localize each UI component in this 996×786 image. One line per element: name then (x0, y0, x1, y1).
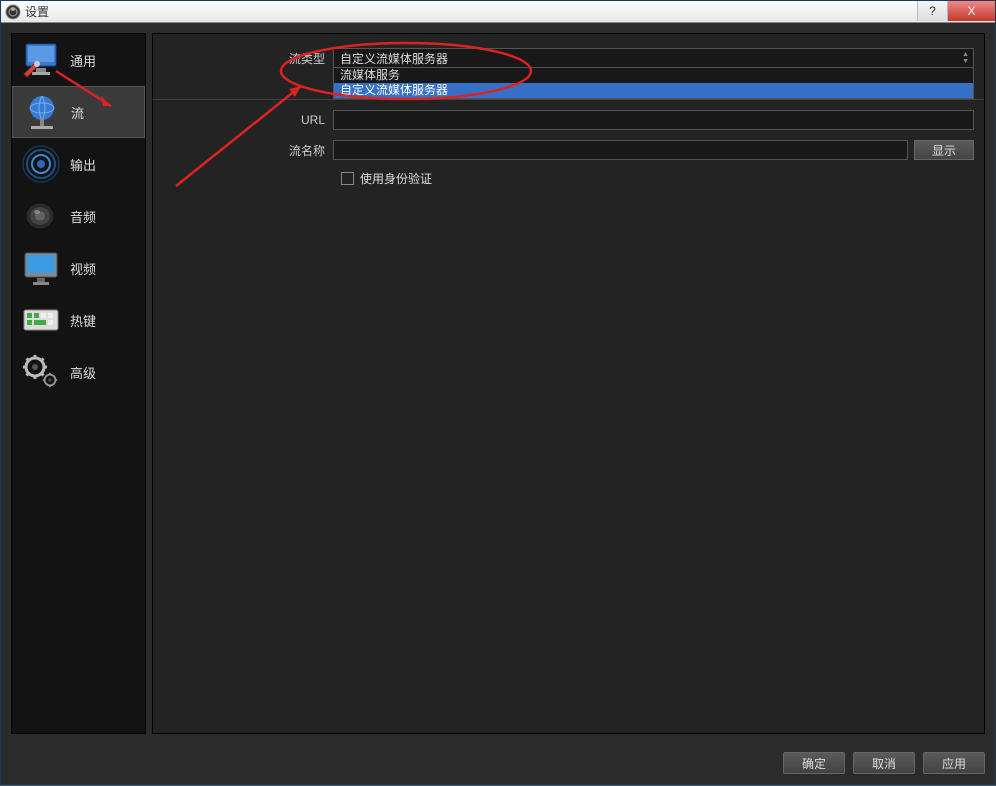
stream-type-field: 自定义流媒体服务器 ▲▼ 流媒体服务 自定义流媒体服务器 (333, 48, 974, 68)
apply-button[interactable]: 应用 (923, 752, 985, 774)
use-auth-row: 使用身份验证 (341, 170, 974, 187)
speaker-icon (20, 196, 62, 236)
ok-button[interactable]: 确定 (783, 752, 845, 774)
sidebar: 通用 流 (11, 33, 146, 734)
stream-type-select[interactable]: 自定义流媒体服务器 ▲▼ (333, 48, 974, 68)
stream-type-label: 流类型 (163, 50, 333, 67)
chevron-updown-icon: ▲▼ (962, 49, 969, 67)
sidebar-label-stream: 流 (71, 103, 84, 122)
titlebar: 设置 ? X (1, 1, 995, 23)
sidebar-item-output[interactable]: 输出 (12, 138, 145, 190)
close-button[interactable]: X (947, 1, 995, 21)
url-label: URL (163, 113, 333, 127)
app-icon (5, 4, 21, 20)
stream-type-value: 自定义流媒体服务器 (340, 50, 448, 67)
dialog-buttons: 确定 取消 应用 (783, 752, 985, 774)
sidebar-label-hotkeys: 热键 (70, 311, 96, 330)
stream-type-row: 流类型 自定义流媒体服务器 ▲▼ 流媒体服务 自定义流媒体服务器 (163, 48, 974, 68)
stream-type-option-custom[interactable]: 自定义流媒体服务器 (334, 83, 973, 98)
help-button[interactable]: ? (917, 1, 947, 21)
stream-name-row: 流名称 显示 (163, 140, 974, 160)
sidebar-item-stream[interactable]: 流 (12, 86, 145, 138)
globe-network-icon (21, 92, 63, 132)
main-area: 通用 流 (11, 33, 985, 734)
stream-type-dropdown: 流媒体服务 自定义流媒体服务器 (333, 67, 974, 99)
stream-type-option-service[interactable]: 流媒体服务 (334, 68, 973, 83)
sidebar-label-advanced: 高级 (70, 363, 96, 382)
window-title: 设置 (25, 3, 49, 20)
show-button[interactable]: 显示 (914, 140, 974, 160)
sidebar-item-video[interactable]: 视频 (12, 242, 145, 294)
monitor-wrench-icon (20, 40, 62, 80)
sidebar-label-audio: 音频 (70, 207, 96, 226)
stream-settings-panel: 流类型 自定义流媒体服务器 ▲▼ 流媒体服务 自定义流媒体服务器 (152, 33, 985, 734)
window-controls: ? X (917, 1, 995, 21)
cancel-button[interactable]: 取消 (853, 752, 915, 774)
divider (153, 99, 984, 100)
sidebar-label-general: 通用 (70, 51, 96, 70)
use-auth-label: 使用身份验证 (360, 170, 432, 187)
sidebar-label-output: 输出 (70, 155, 96, 174)
sidebar-item-general[interactable]: 通用 (12, 34, 145, 86)
settings-window: 设置 ? X (0, 0, 996, 785)
sidebar-label-video: 视频 (70, 259, 96, 278)
keyboard-icon (20, 300, 62, 340)
use-auth-checkbox[interactable] (341, 172, 354, 185)
content-wrapper: 通用 流 (1, 23, 995, 784)
url-row: URL (163, 110, 974, 130)
url-field (333, 110, 974, 130)
sidebar-item-advanced[interactable]: 高级 (12, 346, 145, 398)
stream-name-input[interactable] (333, 140, 908, 160)
sidebar-item-hotkeys[interactable]: 热键 (12, 294, 145, 346)
sidebar-item-audio[interactable]: 音频 (12, 190, 145, 242)
monitor-icon (20, 248, 62, 288)
broadcast-icon (20, 144, 62, 184)
stream-name-label: 流名称 (163, 142, 333, 159)
url-input[interactable] (333, 110, 974, 130)
gears-icon (20, 352, 62, 392)
stream-name-field: 显示 (333, 140, 974, 160)
